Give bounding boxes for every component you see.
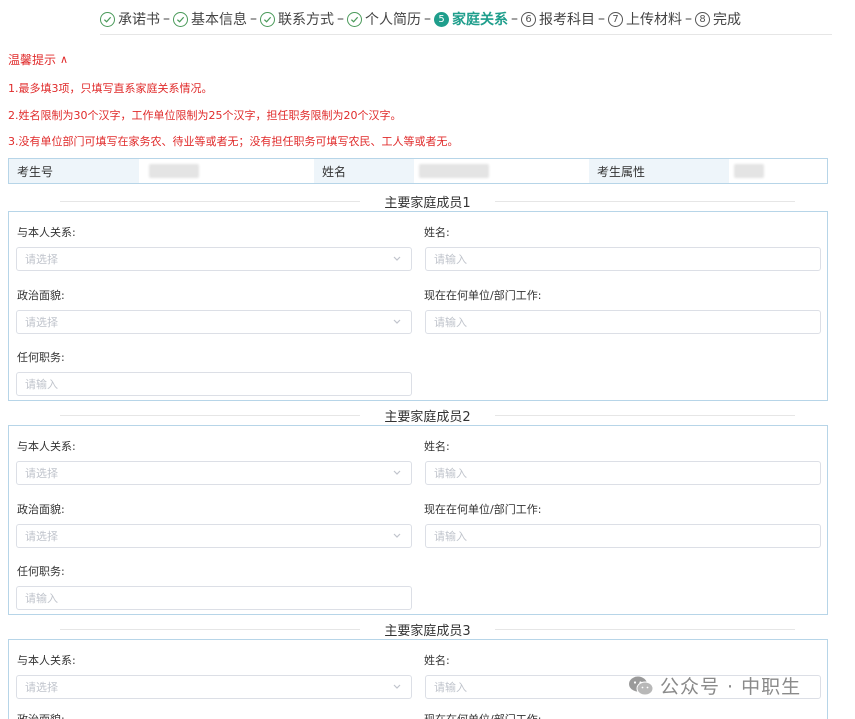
workplace-label: 现在在何单位/部门工作: xyxy=(424,503,542,516)
step-6[interactable]: 6 报考科目 xyxy=(521,9,595,29)
political-label: 政治面貌: xyxy=(17,711,65,719)
name-label: 姓名 xyxy=(314,159,414,183)
workplace-label: 现在在何单位/部门工作: xyxy=(424,711,541,719)
step-number-icon: 7 xyxy=(608,11,623,27)
candidate-info-bar: 考生号 姓名 考生属性 xyxy=(8,158,828,184)
step-label: 完成 xyxy=(713,12,741,28)
step-separator: – xyxy=(163,11,170,27)
attr-label-cell: 考生属性 xyxy=(589,159,729,183)
wechat-icon xyxy=(629,676,654,695)
relation-label: 与本人关系: xyxy=(17,654,76,667)
relation-label: 与本人关系: xyxy=(17,440,76,453)
position-label: 任何职务: xyxy=(17,565,65,578)
position-input[interactable]: 请输入 xyxy=(16,586,412,610)
attr-label: 考生属性 xyxy=(589,159,729,183)
position-input[interactable]: 请输入 xyxy=(16,372,412,396)
name-label-cell: 姓名 xyxy=(314,159,414,183)
step-separator: – xyxy=(250,11,257,27)
notice-toggle[interactable]: 温馨提示 ∧ xyxy=(8,51,68,68)
position-label: 任何职务: xyxy=(17,351,65,364)
chevron-down-icon xyxy=(393,533,401,538)
political-select[interactable]: 请选择 xyxy=(16,310,412,334)
watermark-text: 公众号 · 中职生 xyxy=(660,676,802,698)
step-label: 联系方式 xyxy=(278,12,334,28)
name-value xyxy=(414,159,589,183)
step-separator: – xyxy=(424,11,431,27)
relation-select[interactable]: 请选择 xyxy=(16,461,412,485)
chevron-down-icon xyxy=(393,256,401,261)
redacted-value xyxy=(419,164,489,178)
step-1[interactable]: 承诺书 xyxy=(100,9,160,29)
workplace-input[interactable]: 请输入 xyxy=(425,310,821,334)
relation-label: 与本人关系: xyxy=(17,226,76,239)
redacted-value xyxy=(734,164,764,178)
redacted-value xyxy=(149,164,199,178)
step-label: 上传材料 xyxy=(626,12,682,28)
step-separator: – xyxy=(511,11,518,27)
divider xyxy=(100,34,832,35)
name-input[interactable]: 请输入 xyxy=(425,461,821,485)
step-separator: – xyxy=(598,11,605,27)
check-circle-icon xyxy=(260,11,275,27)
step-2[interactable]: 基本信息 xyxy=(173,9,247,29)
exam-no-label: 考生号 xyxy=(9,159,139,183)
step-label: 基本信息 xyxy=(191,12,247,28)
political-label: 政治面貌: xyxy=(17,289,65,302)
political-select[interactable]: 请选择 xyxy=(16,524,412,548)
member-section-title: 主要家庭成员2 xyxy=(0,406,855,425)
notice-title: 温馨提示 xyxy=(8,53,57,67)
step-7[interactable]: 7 上传材料 xyxy=(608,9,682,29)
check-circle-icon xyxy=(100,11,115,27)
step-number-icon: 5 xyxy=(434,11,449,27)
attr-value xyxy=(729,159,827,183)
chevron-up-icon: ∧ xyxy=(60,53,69,66)
member-form-2: 与本人关系: 姓名: 请选择 请输入 政治面貌: 现在在何单位/部门工作: 请选… xyxy=(8,425,828,615)
exam-no-label-cell: 考生号 xyxy=(9,159,139,183)
step-label: 报考科目 xyxy=(539,12,595,28)
notice-line-3: 3.没有单位部门可填写在家务农、待业等或者无；没有担任职务可填写农民、工人等或者… xyxy=(8,135,459,148)
workplace-input[interactable]: 请输入 xyxy=(425,524,821,548)
step-separator: – xyxy=(337,11,344,27)
step-number-icon: 6 xyxy=(521,11,536,27)
step-number-icon: 8 xyxy=(695,11,710,27)
member-section-title: 主要家庭成员1 xyxy=(0,192,855,211)
step-8[interactable]: 8 完成 xyxy=(695,9,741,29)
step-label: 个人简历 xyxy=(365,12,421,28)
check-circle-icon xyxy=(173,11,188,27)
step-4[interactable]: 个人简历 xyxy=(347,9,421,29)
name-label: 姓名: xyxy=(424,654,450,667)
progress-stepper: 承诺书 – 基本信息 – 联系方式 – 个人简历 – 5 家庭关系 – 6 报考… xyxy=(100,8,741,30)
step-label-active: 家庭关系 xyxy=(452,12,508,28)
check-circle-icon xyxy=(347,11,362,27)
notice-line-1: 1.最多填3项，只填写直系家庭关系情况。 xyxy=(8,82,213,95)
name-label: 姓名: xyxy=(424,226,450,239)
notice-line-2: 2.姓名限制为30个汉字，工作单位限制为25个汉字，担任职务限制为20个汉字。 xyxy=(8,109,402,122)
chevron-down-icon xyxy=(393,684,401,689)
relation-select[interactable]: 请选择 xyxy=(16,247,412,271)
chevron-down-icon xyxy=(393,470,401,475)
name-input[interactable]: 请输入 xyxy=(425,247,821,271)
chevron-down-icon xyxy=(393,319,401,324)
workplace-label: 现在在何单位/部门工作: xyxy=(424,289,542,302)
step-5[interactable]: 5 家庭关系 xyxy=(434,9,508,29)
political-label: 政治面貌: xyxy=(17,503,65,516)
step-label: 承诺书 xyxy=(118,12,160,28)
member-section-title: 主要家庭成员3 xyxy=(0,620,855,639)
step-separator: – xyxy=(685,11,692,27)
exam-no-value xyxy=(139,159,314,183)
step-3[interactable]: 联系方式 xyxy=(260,9,334,29)
member-form-1: 与本人关系: 姓名: 请选择 请输入 政治面貌: 现在在何单位/部门工作: 请选… xyxy=(8,211,828,401)
name-label: 姓名: xyxy=(424,440,450,453)
relation-select[interactable]: 请选择 xyxy=(16,675,412,699)
watermark: 公众号 · 中职生 xyxy=(628,672,801,699)
